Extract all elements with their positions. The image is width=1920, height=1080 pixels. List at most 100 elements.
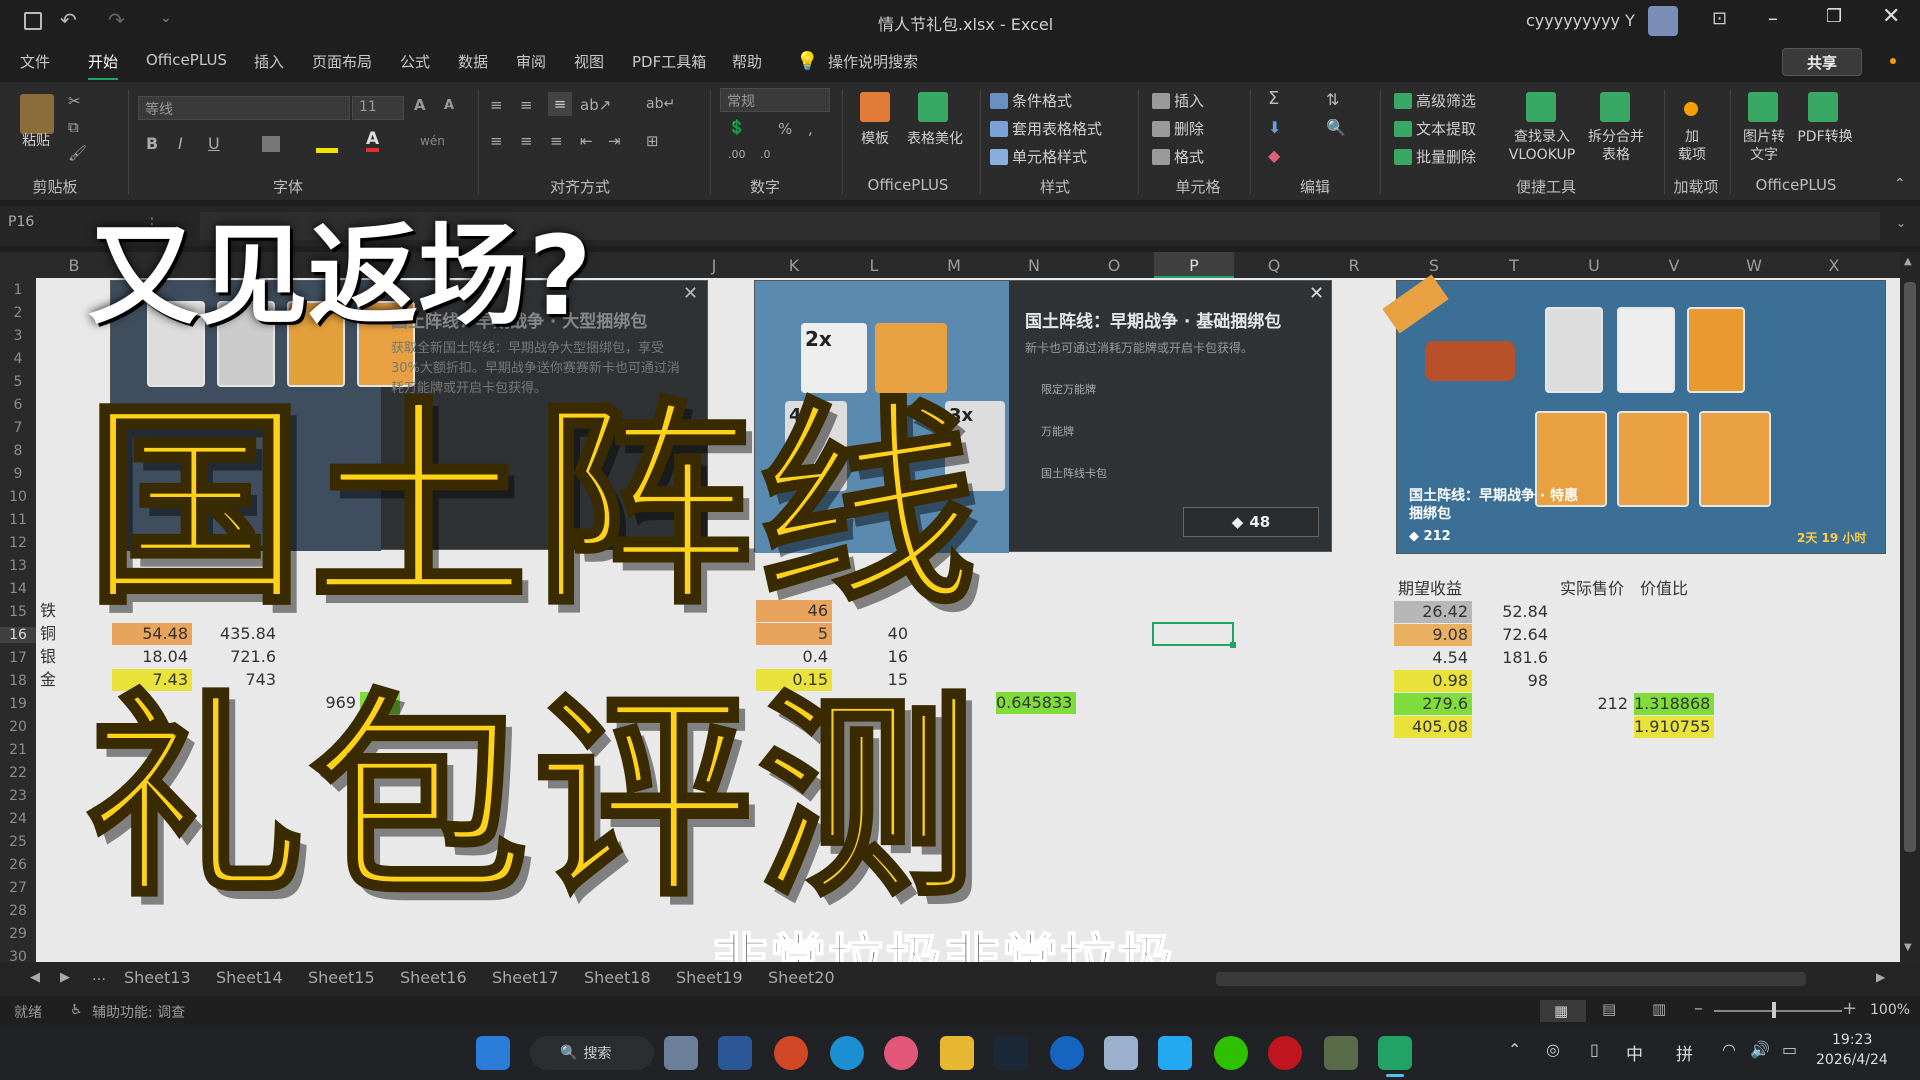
excel-app-icon[interactable] bbox=[1378, 1036, 1412, 1070]
underline-icon[interactable]: U bbox=[208, 134, 220, 153]
row-header[interactable]: 13 bbox=[0, 558, 36, 574]
bold-icon[interactable]: B bbox=[146, 134, 158, 153]
clock-date[interactable]: 2026/4/24 bbox=[1816, 1052, 1888, 1068]
price-value[interactable]: 98 bbox=[1474, 670, 1552, 692]
wechat-app-icon[interactable] bbox=[1214, 1036, 1248, 1070]
template-label[interactable]: 模板 bbox=[850, 130, 900, 148]
text-extract-button[interactable]: 文本提取 bbox=[1394, 118, 1476, 139]
addins-button[interactable]: 加载项 bbox=[1668, 128, 1716, 164]
row-header[interactable]: 3 bbox=[0, 328, 36, 344]
row-header[interactable]: 2 bbox=[0, 305, 36, 321]
row-header[interactable]: 18 bbox=[0, 673, 36, 689]
tray-overflow-icon[interactable]: ⌃ bbox=[1508, 1040, 1521, 1059]
row-header[interactable]: 5 bbox=[0, 374, 36, 390]
row-header[interactable]: 19 bbox=[0, 696, 36, 712]
split-merge-icon[interactable] bbox=[1600, 92, 1630, 122]
steam-app-icon[interactable] bbox=[994, 1036, 1028, 1070]
vlookup-icon[interactable] bbox=[1526, 92, 1556, 122]
record-app-icon[interactable] bbox=[1268, 1036, 1302, 1070]
normal-view-button[interactable]: ▦ bbox=[1540, 1000, 1586, 1022]
clear-icon[interactable]: ◆ bbox=[1268, 146, 1280, 165]
file-manager-icon[interactable] bbox=[1104, 1036, 1138, 1070]
game-app-icon[interactable] bbox=[1324, 1036, 1358, 1070]
batch-delete-button[interactable]: 批量删除 bbox=[1394, 146, 1476, 167]
row-header[interactable]: 9 bbox=[0, 466, 36, 482]
row-header[interactable]: 7 bbox=[0, 420, 36, 436]
fill-color-icon[interactable] bbox=[316, 148, 338, 153]
task-view-icon[interactable] bbox=[664, 1036, 698, 1070]
align-right-icon[interactable]: ≡ bbox=[550, 132, 563, 150]
tab-view[interactable]: 视图 bbox=[574, 51, 604, 72]
row-header[interactable]: 16 bbox=[0, 627, 36, 643]
paypal-app-icon[interactable] bbox=[1050, 1036, 1084, 1070]
template-icon[interactable] bbox=[860, 92, 890, 122]
tab-review[interactable]: 审阅 bbox=[516, 51, 546, 72]
sheet-tab[interactable]: Sheet20 bbox=[768, 968, 835, 987]
col-header-q[interactable]: Q bbox=[1244, 256, 1304, 275]
font-color-icon[interactable]: A bbox=[366, 130, 380, 152]
redo-icon[interactable]: ↷ bbox=[108, 8, 125, 32]
selected-cell[interactable] bbox=[1152, 622, 1234, 646]
decrease-decimal-icon[interactable]: .0 bbox=[760, 148, 771, 161]
pdf-convert-icon[interactable] bbox=[1808, 92, 1838, 122]
save-icon[interactable] bbox=[24, 12, 42, 30]
label-copper[interactable]: 铜 bbox=[36, 623, 66, 645]
align-center-icon[interactable]: ≡ bbox=[520, 132, 533, 150]
tell-me-search[interactable]: 操作说明搜索 bbox=[828, 51, 918, 72]
label-iron[interactable]: 铁 bbox=[36, 600, 66, 622]
col-header-o[interactable]: O bbox=[1084, 256, 1144, 275]
col-header-v[interactable]: V bbox=[1644, 256, 1704, 275]
minimize-icon[interactable]: – bbox=[1768, 6, 1778, 30]
word-app-icon[interactable] bbox=[718, 1036, 752, 1070]
scroll-thumb[interactable] bbox=[1904, 282, 1916, 852]
sheet-tab[interactable]: Sheet17 bbox=[492, 968, 559, 987]
accessibility-status[interactable]: 辅助功能: 调查 bbox=[92, 1002, 185, 1022]
col-header-s[interactable]: S bbox=[1404, 256, 1464, 275]
font-name-select[interactable]: 等线 bbox=[138, 96, 350, 120]
row-header[interactable]: 15 bbox=[0, 604, 36, 620]
col-header-j[interactable]: J bbox=[684, 256, 744, 275]
user-name[interactable]: cyyyyyyyyy Y bbox=[1526, 11, 1635, 30]
powerpoint-app-icon[interactable] bbox=[774, 1036, 808, 1070]
scroll-up-icon[interactable]: ▲ bbox=[1904, 256, 1912, 267]
expected-value[interactable]: 26.42 bbox=[1394, 601, 1472, 623]
customize-qat-icon[interactable]: ⌄ bbox=[160, 10, 172, 26]
cell-value[interactable]: 0.4 bbox=[756, 646, 832, 668]
price-value[interactable]: 181.6 bbox=[1474, 647, 1552, 669]
vscode-app-icon[interactable] bbox=[1158, 1036, 1192, 1070]
tray-app-icon[interactable]: ◎ bbox=[1546, 1040, 1560, 1059]
wrap-text-icon[interactable]: ab↵ bbox=[646, 96, 675, 112]
collapse-ribbon-icon[interactable]: ⌃ bbox=[1894, 176, 1906, 192]
more-sheets-icon[interactable]: … bbox=[92, 968, 106, 984]
col-header-u[interactable]: U bbox=[1564, 256, 1624, 275]
clock-time[interactable]: 19:23 bbox=[1832, 1032, 1872, 1048]
accessibility-icon[interactable]: ♿ bbox=[70, 1002, 83, 1018]
restore-icon[interactable]: ❐ bbox=[1826, 6, 1842, 27]
undo-icon[interactable]: ↶ bbox=[60, 8, 77, 32]
page-break-view-icon[interactable]: ▥ bbox=[1652, 1000, 1666, 1018]
zoom-out-icon[interactable]: – bbox=[1694, 998, 1703, 1019]
close-icon[interactable]: ✕ bbox=[1882, 4, 1900, 29]
border-icon[interactable] bbox=[262, 136, 280, 152]
price-value[interactable]: 52.84 bbox=[1474, 601, 1552, 623]
color-app-icon[interactable] bbox=[884, 1036, 918, 1070]
header-value-ratio[interactable]: 价值比 bbox=[1636, 578, 1716, 600]
pdf-convert-label[interactable]: PDF转换 bbox=[1790, 128, 1860, 146]
zoom-level[interactable]: 100% bbox=[1870, 1002, 1910, 1018]
ratio-value[interactable]: 1.910755 bbox=[1634, 716, 1714, 738]
autosum-icon[interactable]: Σ bbox=[1268, 88, 1279, 109]
percent-icon[interactable]: % bbox=[778, 120, 792, 138]
row-header[interactable]: 25 bbox=[0, 834, 36, 850]
avatar[interactable] bbox=[1648, 6, 1678, 36]
format-painter-icon[interactable]: 🖌 bbox=[68, 144, 87, 162]
align-middle-icon[interactable]: ≡ bbox=[520, 96, 533, 114]
expected-value[interactable]: 405.08 bbox=[1394, 716, 1472, 738]
vlookup-button[interactable]: 查找录入 VLOOKUP bbox=[1500, 128, 1584, 164]
fill-handle[interactable] bbox=[1230, 642, 1236, 648]
row-header[interactable]: 17 bbox=[0, 650, 36, 666]
row-header[interactable]: 12 bbox=[0, 535, 36, 551]
expand-formula-icon[interactable]: ⌄ bbox=[1896, 216, 1906, 230]
currency-icon[interactable]: 💲 bbox=[728, 120, 745, 136]
copy-icon[interactable]: ⧉ bbox=[68, 118, 79, 136]
insert-cells-button[interactable]: 插入 bbox=[1152, 90, 1204, 111]
